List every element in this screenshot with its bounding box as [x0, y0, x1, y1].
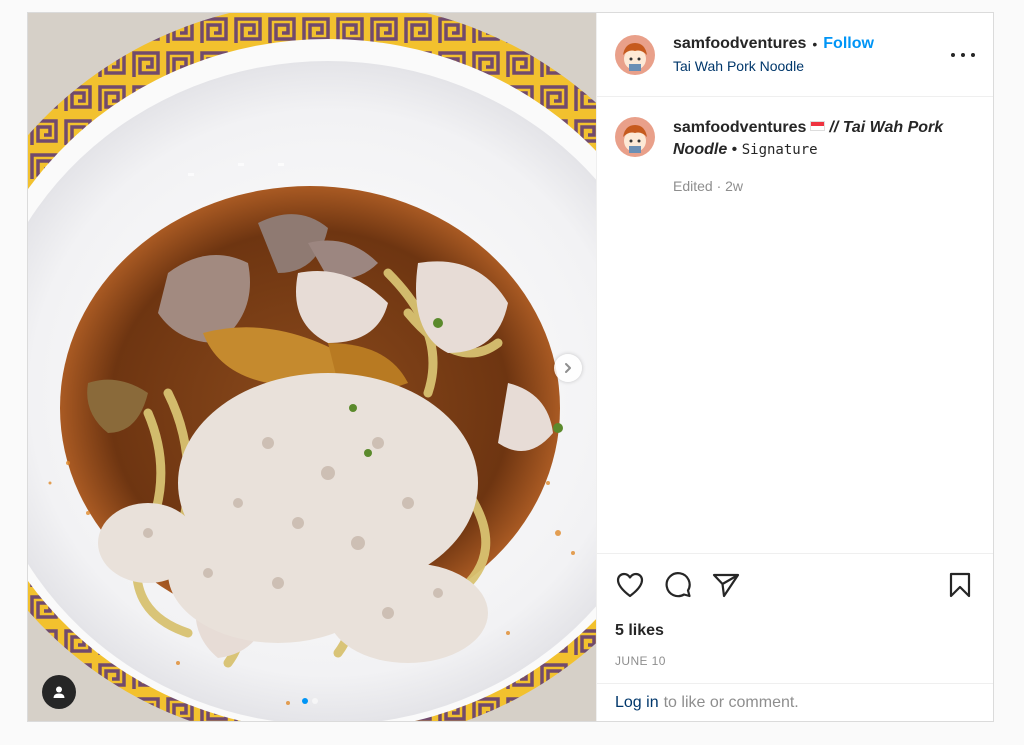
next-image-button[interactable]	[554, 354, 582, 382]
avatar-image	[615, 117, 655, 157]
share-button[interactable]	[711, 570, 741, 600]
carousel-dot	[312, 698, 318, 704]
login-link[interactable]: Log in	[615, 694, 659, 712]
caption-row: samfoodventures// Tai Wah Pork Noodle • …	[615, 117, 977, 197]
like-button[interactable]	[615, 570, 645, 600]
caption-area: samfoodventures// Tai Wah Pork Noodle • …	[597, 97, 993, 553]
user-tags-button[interactable]	[42, 675, 76, 709]
post-card: samfoodventures • Follow Tai Wah Pork No…	[27, 12, 994, 722]
post-media[interactable]	[28, 13, 596, 721]
save-button[interactable]	[945, 570, 975, 600]
post-date[interactable]: JUNE 10	[615, 654, 975, 668]
post-header: samfoodventures • Follow Tai Wah Pork No…	[597, 13, 993, 97]
share-icon	[712, 573, 740, 598]
separator-dot: •	[812, 36, 818, 52]
more-options-button[interactable]	[951, 45, 975, 65]
caption-avatar[interactable]	[615, 117, 655, 157]
caption-text: samfoodventures// Tai Wah Pork Noodle • …	[673, 117, 963, 197]
likes-count[interactable]: 5 likes	[615, 622, 975, 640]
action-icons	[615, 570, 975, 600]
follow-button[interactable]: Follow	[823, 35, 874, 53]
comment-icon	[665, 572, 691, 598]
post-sidebar: samfoodventures • Follow Tai Wah Pork No…	[596, 13, 993, 721]
caption-separator: •	[727, 141, 742, 158]
user-tag-icon	[53, 686, 65, 698]
username-link[interactable]: samfoodventures	[673, 35, 806, 53]
singapore-flag-icon	[810, 121, 826, 131]
next-arrow-icon	[565, 363, 571, 373]
carousel-dot-active	[302, 698, 308, 704]
more-icon	[951, 53, 975, 57]
carousel-indicator	[302, 698, 318, 704]
location-link[interactable]: Tai Wah Pork Noodle	[673, 58, 874, 74]
user-line: samfoodventures • Follow	[673, 35, 874, 53]
actions-area: 5 likes JUNE 10	[597, 553, 993, 683]
food-photo	[28, 13, 596, 721]
caption-username[interactable]: samfoodventures	[673, 119, 806, 136]
header-text: samfoodventures • Follow Tai Wah Pork No…	[673, 35, 874, 74]
bookmark-icon	[949, 572, 971, 598]
login-text: to like or comment.	[663, 693, 799, 711]
heart-icon	[616, 572, 644, 598]
caption-detail: Signature	[741, 142, 818, 158]
login-prompt: Log in to like or comment.	[597, 683, 993, 721]
avatar-image	[615, 34, 655, 75]
comment-button[interactable]	[663, 570, 693, 600]
avatar[interactable]	[615, 34, 655, 75]
caption-meta: Edited · 2w	[673, 178, 744, 194]
